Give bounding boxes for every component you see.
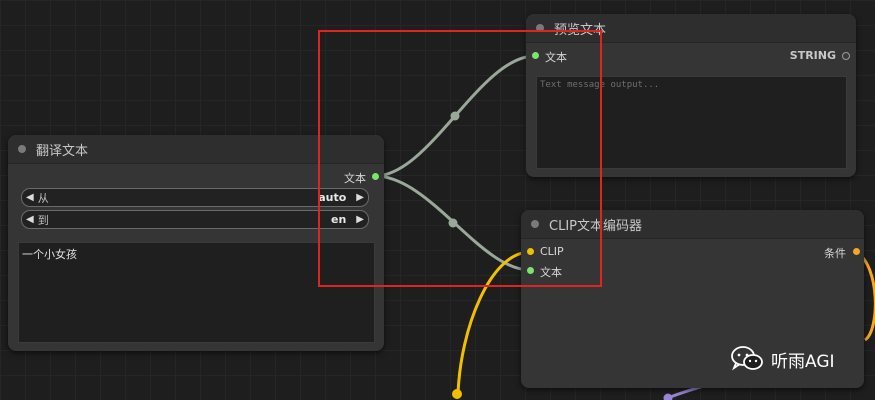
left-arrow-icon[interactable]: ◀ xyxy=(22,192,38,203)
wire-purple-reroute[interactable] xyxy=(663,393,673,400)
condition-output-label: 条件 xyxy=(824,247,846,260)
preview-output-label: STRING xyxy=(789,49,836,62)
watermark-text: 听雨AGI xyxy=(771,351,835,372)
wire-clip-reroute[interactable] xyxy=(452,389,462,399)
watermark: 听雨AGI xyxy=(731,346,835,372)
from-language-select[interactable]: ◀ 从 auto ▶ xyxy=(21,188,369,207)
preview-output-slot[interactable] xyxy=(842,52,850,60)
wechat-icon xyxy=(731,346,763,371)
highlight-box xyxy=(318,30,602,287)
from-label: 从 xyxy=(37,191,49,205)
to-label: 到 xyxy=(37,213,49,227)
to-language-select[interactable]: ◀ 到 en ▶ xyxy=(21,210,369,229)
node-collapse-dot[interactable] xyxy=(18,145,26,153)
left-arrow-icon[interactable]: ◀ xyxy=(22,214,38,225)
condition-output-slot[interactable] xyxy=(853,248,860,255)
translate-node-title: 翻译文本 xyxy=(36,143,89,159)
